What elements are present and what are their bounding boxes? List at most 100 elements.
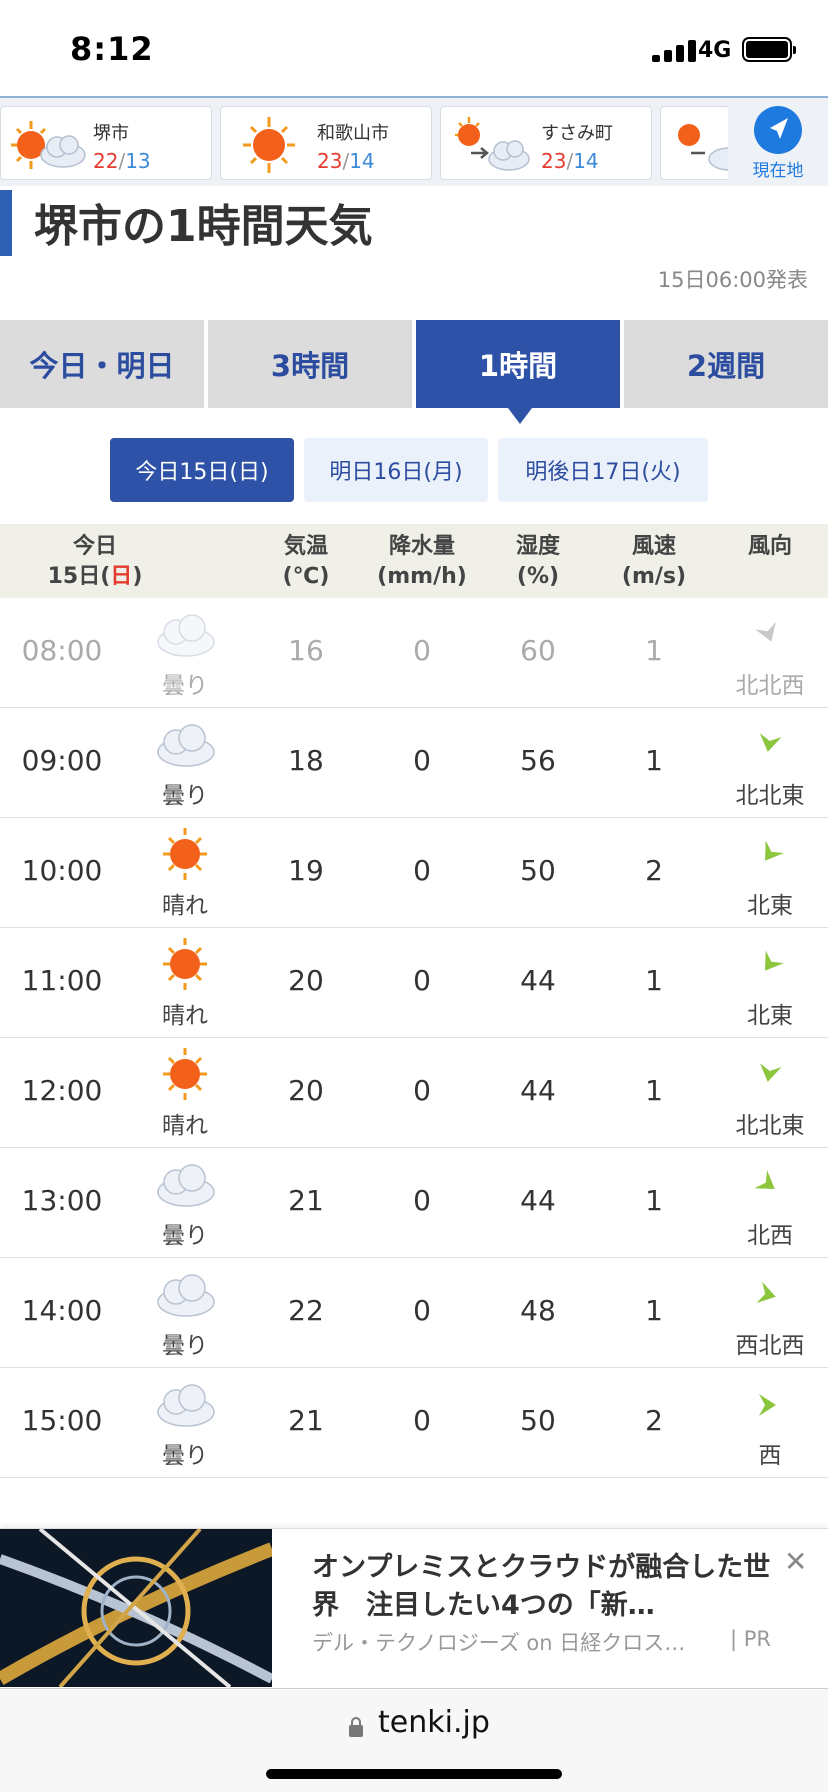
- ad-banner[interactable]: オンプレミスとクラウドが融合した世界 注目したい4つの「新… デル・テクノロジー…: [0, 1528, 828, 1688]
- row-precip: 0: [413, 744, 431, 777]
- cloud-icon: [150, 1156, 220, 1212]
- row-precip: 0: [413, 1294, 431, 1327]
- ad-headline[interactable]: オンプレミスとクラウドが融合した世界 注目したい4つの「新…: [312, 1549, 782, 1625]
- row-weather: 曇り: [162, 783, 208, 809]
- row-wind-direction: 西: [758, 1443, 782, 1469]
- table-row: 11:00 晴れ 20 0 44 1 北東: [0, 928, 828, 1038]
- row-temp: 22: [288, 1294, 324, 1327]
- city-name: すさみ町: [541, 123, 613, 144]
- table-row: 08:00 曇り 16 0 60 1 北北西: [0, 598, 828, 708]
- home-indicator[interactable]: [266, 1769, 562, 1779]
- title-accent-bar: [0, 190, 12, 256]
- row-wind-speed: 1: [645, 1184, 663, 1217]
- tab-1-hour[interactable]: 1時間: [416, 320, 620, 424]
- tab-today-tomorrow[interactable]: 今日・明日: [0, 320, 204, 408]
- city-temps: 23/14: [317, 149, 375, 173]
- tab-3-hour[interactable]: 3時間: [208, 320, 412, 408]
- row-time: 13:00: [21, 1184, 103, 1217]
- row-temp: 20: [288, 1074, 324, 1107]
- row-humidity: 44: [520, 1074, 556, 1107]
- row-humidity: 48: [520, 1294, 556, 1327]
- table-row: 10:00 晴れ 19 0 50 2 北東: [0, 818, 828, 928]
- row-wind-direction: 北東: [747, 893, 793, 919]
- row-wind-direction: 北北西: [735, 673, 805, 699]
- row-wind-speed: 1: [645, 744, 663, 777]
- city-card-susami[interactable]: すさみ町 23/14: [440, 106, 652, 180]
- row-weather: 晴れ: [162, 893, 208, 919]
- day-button-today[interactable]: 今日15日(日): [110, 438, 294, 502]
- table-row: 12:00 晴れ 20 0 44 1 北北東: [0, 1038, 828, 1148]
- ad-image[interactable]: [0, 1529, 272, 1687]
- row-precip: 0: [413, 964, 431, 997]
- header-date: 今日 15日(日): [47, 534, 143, 589]
- wind-direction-icon: [764, 840, 784, 861]
- city-card-wakayama[interactable]: 和歌山市 23/14: [220, 106, 432, 180]
- table-header: 今日 15日(日) 気温 (℃) 降水量 (mm/h) 湿度 (%) 風速 (m/s) …: [0, 524, 828, 598]
- cloud-icon: [150, 716, 220, 772]
- row-time: 12:00: [21, 1074, 103, 1107]
- issued-time: 15日06:00発表: [657, 268, 808, 292]
- table-row: 13:00 曇り 21 0 44 1 北西: [0, 1148, 828, 1258]
- row-time: 09:00: [21, 744, 103, 777]
- city-card-sakai[interactable]: 堺市 22/13: [0, 106, 212, 180]
- table-row: 14:00 曇り 22 0 48 1 西北西: [0, 1258, 828, 1368]
- row-temp: 21: [288, 1184, 324, 1217]
- header-humidity: 湿度 (%): [515, 534, 560, 589]
- row-wind-speed: 2: [645, 854, 663, 887]
- header-wind-speed: 風速 (m/s): [621, 534, 687, 589]
- row-weather: 晴れ: [162, 1113, 208, 1139]
- row-precip: 0: [413, 1074, 431, 1107]
- row-temp: 18: [288, 744, 324, 777]
- city-strip[interactable]: 堺市 22/13 和歌山市 23/14 すさみ町 23/14 現在地: [0, 96, 828, 186]
- row-precip: 0: [413, 854, 431, 887]
- day-button-day-after[interactable]: 明後日17日(火): [498, 438, 708, 502]
- row-time: 11:00: [21, 964, 103, 997]
- row-wind-speed: 1: [645, 1294, 663, 1327]
- city-temps: 23/14: [541, 149, 599, 173]
- city-card-partial[interactable]: [660, 106, 750, 180]
- row-humidity: 44: [520, 964, 556, 997]
- wind-direction-icon: [764, 950, 784, 971]
- browser-url-bar[interactable]: tenki.jp: [0, 1688, 828, 1792]
- row-humidity: 56: [520, 744, 556, 777]
- status-bar: 8:12 4G: [0, 0, 828, 96]
- day-button-tomorrow[interactable]: 明日16日(月): [304, 438, 488, 502]
- header-precip: 降水量 (mm/h): [377, 534, 467, 589]
- current-location-label: 現在地: [752, 161, 804, 181]
- close-icon[interactable]: ✕: [784, 1545, 807, 1578]
- row-precip: 0: [413, 1184, 431, 1217]
- row-wind-direction: 北北東: [735, 783, 805, 809]
- cloud-icon: [150, 1266, 220, 1322]
- row-weather: 曇り: [162, 673, 208, 699]
- row-weather: 曇り: [162, 1333, 208, 1359]
- url-text[interactable]: tenki.jp: [378, 1705, 490, 1740]
- network-label: 4G: [698, 38, 732, 63]
- wind-direction-icon: [759, 733, 782, 752]
- city-name: 堺市: [93, 123, 129, 144]
- row-wind-direction: 北東: [747, 1003, 793, 1029]
- wind-direction-icon: [755, 621, 776, 642]
- row-time: 14:00: [21, 1294, 103, 1327]
- wind-direction-icon: [756, 1281, 776, 1304]
- wind-direction-icon: [754, 1170, 775, 1190]
- ad-source: デル・テクノロジーズ on 日経クロス…: [312, 1631, 686, 1655]
- current-location-button[interactable]: 現在地: [728, 98, 828, 186]
- row-wind-direction: 西北西: [735, 1333, 805, 1359]
- row-time: 08:00: [21, 634, 103, 667]
- row-time: 10:00: [21, 854, 103, 887]
- row-wind-direction: 北北東: [735, 1113, 805, 1139]
- signal-icon: [652, 40, 698, 62]
- forecast-tabs: 今日・明日 3時間 1時間 2週間: [0, 320, 828, 424]
- row-humidity: 50: [520, 854, 556, 887]
- clock: 8:12: [70, 30, 154, 68]
- row-precip: 0: [413, 1404, 431, 1437]
- wind-direction-icon: [759, 1063, 782, 1082]
- tab-2-week[interactable]: 2週間: [624, 320, 828, 408]
- cloud-icon: [150, 1376, 220, 1432]
- page-title: 堺市の1時間天気: [34, 201, 373, 252]
- navigation-arrow-icon: [754, 106, 802, 154]
- row-temp: 20: [288, 964, 324, 997]
- ad-pr-label: | PR: [730, 1627, 772, 1651]
- row-precip: 0: [413, 634, 431, 667]
- row-temp: 21: [288, 1404, 324, 1437]
